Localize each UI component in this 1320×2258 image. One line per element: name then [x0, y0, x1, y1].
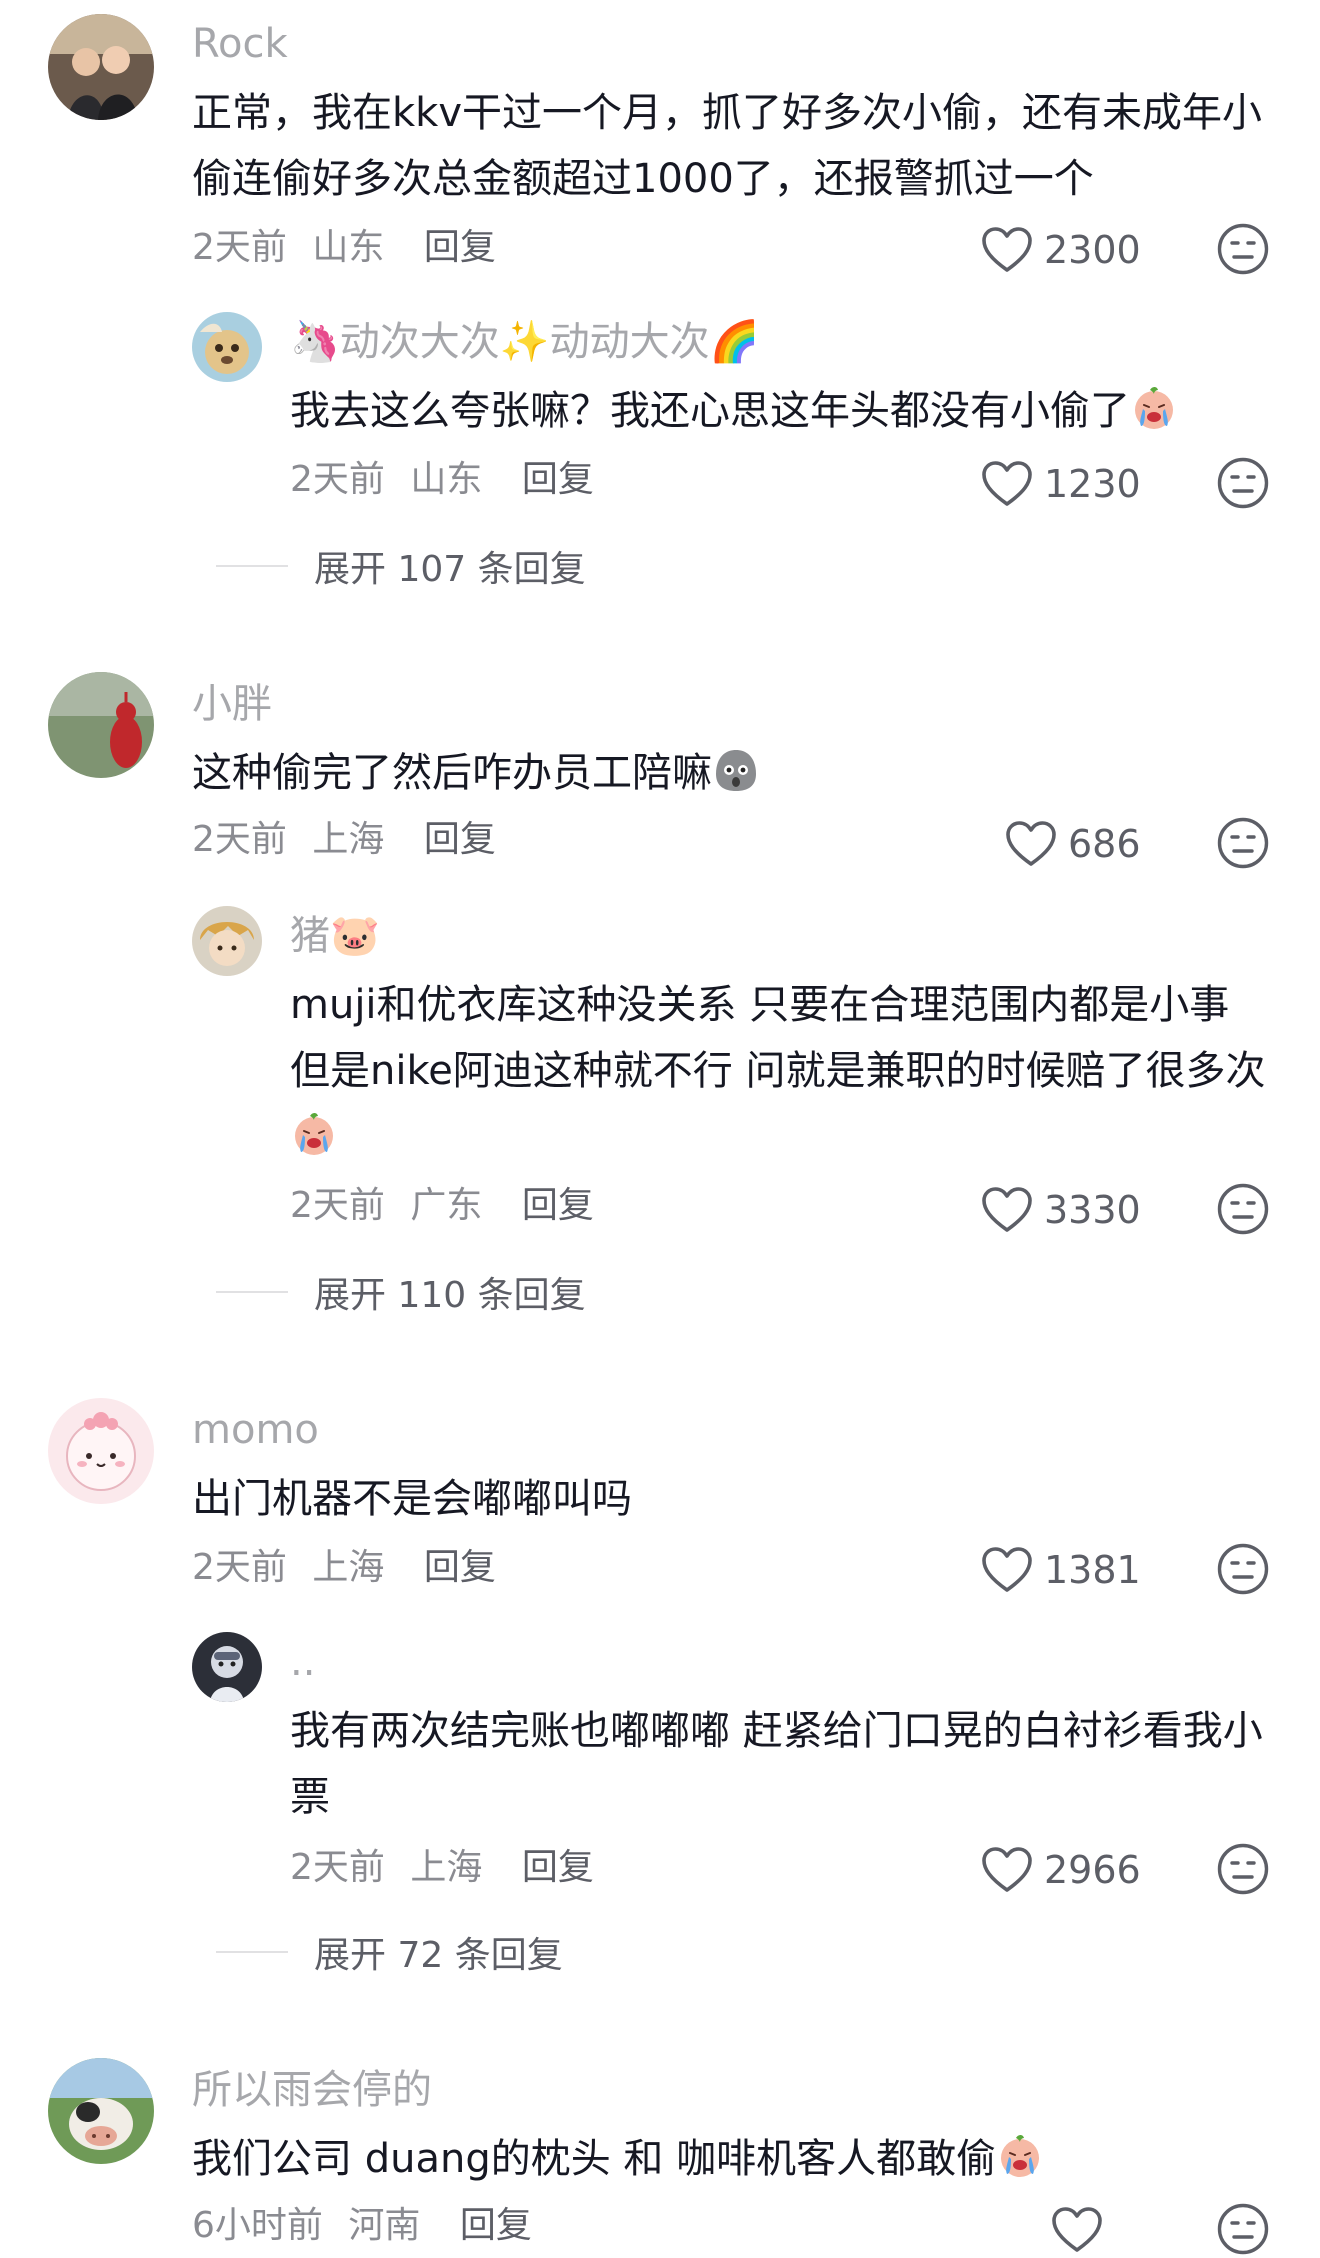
- crying-face-icon: [996, 2132, 1044, 2180]
- like-button[interactable]: 686: [1004, 816, 1141, 872]
- reply-time: 2天前: [290, 1185, 385, 1226]
- reply-avatar[interactable]: [192, 312, 262, 382]
- like-button[interactable]: 2966: [980, 1842, 1141, 1898]
- avatar[interactable]: [48, 2058, 154, 2164]
- heart-icon: [980, 459, 1034, 509]
- like-button[interactable]: 1230: [980, 456, 1141, 512]
- like-count: 2300: [1044, 228, 1141, 272]
- divider: [216, 1951, 288, 1953]
- expand-replies-label: 展开 110 条回复: [314, 1275, 586, 1316]
- reply-username[interactable]: ..: [290, 1638, 315, 1686]
- comment-time: 2天前: [192, 1547, 287, 1588]
- comment-text: 这种偷完了然后咋办员工陪嘛: [192, 740, 1282, 806]
- reply-button[interactable]: 回复: [522, 1847, 594, 1888]
- dislike-face-icon[interactable]: [1216, 2202, 1270, 2256]
- reply-location: 广东: [410, 1185, 483, 1226]
- comment-username[interactable]: Rock: [192, 20, 288, 68]
- reply-text: muji和优衣库这种没关系 只要在合理范围内都是小事 但是nike阿迪这种就不行…: [290, 972, 1280, 1170]
- expand-replies-button[interactable]: 展开 110 条回复: [216, 1266, 586, 1318]
- dislike-face-icon[interactable]: [1216, 816, 1270, 870]
- reply-text-body: 我去这么夸张嘛？我还心思这年头都没有小偷了: [290, 388, 1130, 434]
- like-button[interactable]: [1050, 2202, 1114, 2258]
- expand-replies-button[interactable]: 展开 72 条回复: [216, 1926, 563, 1978]
- reply-button[interactable]: 回复: [522, 1185, 594, 1226]
- like-count: 1381: [1044, 1548, 1141, 1592]
- reply-text: 我有两次结完账也嘟嘟嘟 赶紧给门口晃的白衬衫看我小票: [290, 1698, 1280, 1830]
- like-button[interactable]: 3330: [980, 1182, 1141, 1238]
- reply-avatar[interactable]: [192, 906, 262, 976]
- expand-replies-label: 展开 72 条回复: [314, 1935, 563, 1976]
- heart-icon: [1050, 2205, 1104, 2255]
- comment-text-body: 我们公司 duang的枕头 和 咖啡机客人都敢偷: [192, 2136, 997, 2182]
- reply-meta: 2天前 广东 回复: [290, 1184, 594, 1228]
- dislike-face-icon[interactable]: [1216, 1542, 1270, 1596]
- reply-time: 2天前: [290, 459, 385, 500]
- reply-button[interactable]: 回复: [424, 227, 496, 268]
- like-count: 686: [1068, 822, 1141, 866]
- comment-location: 山东: [312, 227, 385, 268]
- comment-location: 河南: [348, 2205, 421, 2246]
- comment-time: 2天前: [192, 227, 287, 268]
- reply-button[interactable]: 回复: [424, 1547, 496, 1588]
- reply-avatar[interactable]: [192, 1632, 262, 1702]
- comment-text-body: 正常，我在kkv干过一个月，抓了好多次小偷，还有未成年小偷连偷好多次总金额超过1…: [192, 90, 1262, 202]
- reply-text-body: 我有两次结完账也嘟嘟嘟 赶紧给门口晃的白衬衫看我小票: [290, 1708, 1263, 1820]
- like-button[interactable]: 2300: [980, 222, 1141, 278]
- dislike-face-icon[interactable]: [1216, 1842, 1270, 1896]
- comment-username[interactable]: 所以雨会停的: [192, 2066, 432, 2114]
- like-button[interactable]: 1381: [980, 1542, 1141, 1598]
- like-count: 3330: [1044, 1188, 1141, 1232]
- crying-face-icon: [290, 1110, 338, 1158]
- heart-icon: [1004, 819, 1058, 869]
- comment-meta: 2天前 山东 回复: [192, 226, 496, 270]
- reply-text-body: muji和优衣库这种没关系 只要在合理范围内都是小事 但是nike阿迪这种就不行…: [290, 982, 1266, 1094]
- avatar[interactable]: [48, 672, 154, 778]
- reply-button[interactable]: 回复: [424, 819, 496, 860]
- reply-button[interactable]: 回复: [522, 459, 594, 500]
- expand-replies-button[interactable]: 展开 107 条回复: [216, 540, 586, 592]
- dislike-face-icon[interactable]: [1216, 222, 1270, 276]
- divider: [216, 1291, 288, 1293]
- heart-icon: [980, 1545, 1034, 1595]
- expand-replies-label: 展开 107 条回复: [314, 549, 586, 590]
- comment-text: 出门机器不是会嘟嘟叫吗: [192, 1466, 1282, 1532]
- heart-icon: [980, 1845, 1034, 1895]
- avatar[interactable]: [48, 14, 154, 120]
- like-count: 1230: [1044, 462, 1141, 506]
- divider: [216, 565, 288, 567]
- heart-icon: [980, 225, 1034, 275]
- reply-meta: 2天前 山东 回复: [290, 458, 594, 502]
- comment-username[interactable]: momo: [192, 1406, 319, 1454]
- comment-text: 我们公司 duang的枕头 和 咖啡机客人都敢偷: [192, 2126, 1282, 2192]
- comment-text: 正常，我在kkv干过一个月，抓了好多次小偷，还有未成年小偷连偷好多次总金额超过1…: [192, 80, 1282, 212]
- reply-time: 2天前: [290, 1847, 385, 1888]
- comment-time: 6小时前: [192, 2205, 323, 2246]
- reply-location: 山东: [410, 459, 483, 500]
- reply-location: 上海: [410, 1847, 483, 1888]
- avatar[interactable]: [48, 1398, 154, 1504]
- shocked-face-icon: [712, 746, 760, 794]
- like-count: 2966: [1044, 1848, 1141, 1892]
- reply-username[interactable]: 🦄动次大次✨动动大次🌈: [290, 318, 759, 366]
- reply-button[interactable]: 回复: [460, 2205, 532, 2246]
- comment-time: 2天前: [192, 819, 287, 860]
- comment-location: 上海: [312, 819, 385, 860]
- dislike-face-icon[interactable]: [1216, 456, 1270, 510]
- reply-meta: 2天前 上海 回复: [290, 1846, 594, 1890]
- comment-meta: 2天前 上海 回复: [192, 818, 496, 862]
- comment-text-body: 出门机器不是会嘟嘟叫吗: [192, 1476, 632, 1522]
- reply-username[interactable]: 猪🐷: [290, 912, 380, 960]
- comment-text-body: 这种偷完了然后咋办员工陪嘛: [192, 750, 712, 796]
- comment-meta: 2天前 上海 回复: [192, 1546, 496, 1590]
- comment-username[interactable]: 小胖: [192, 680, 272, 728]
- crying-face-icon: [1130, 384, 1178, 432]
- dislike-face-icon[interactable]: [1216, 1182, 1270, 1236]
- heart-icon: [980, 1185, 1034, 1235]
- comment-location: 上海: [312, 1547, 385, 1588]
- reply-text: 我去这么夸张嘛？我还心思这年头都没有小偷了: [290, 378, 1280, 444]
- comment-meta: 6小时前 河南 回复: [192, 2204, 532, 2248]
